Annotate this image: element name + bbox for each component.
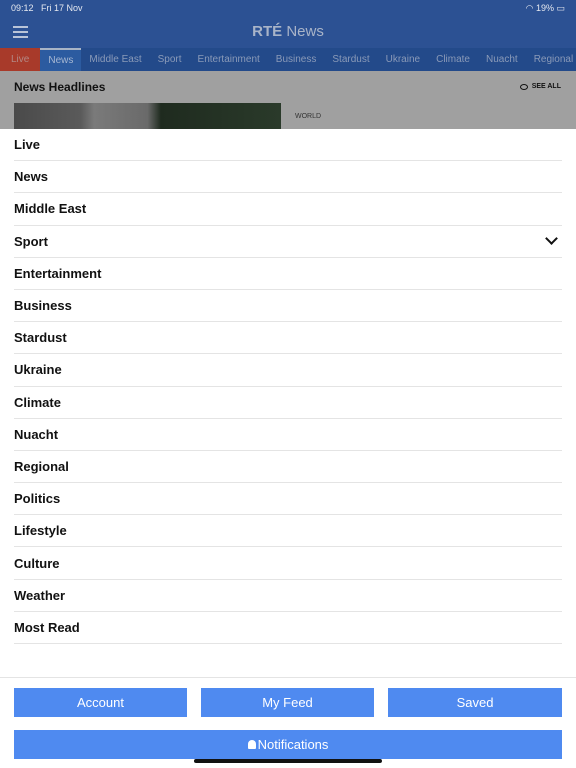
tab-sport[interactable]: Sport: [150, 48, 190, 71]
saved-button[interactable]: Saved: [388, 688, 562, 717]
menu-list: Live News Middle East Sport Entertainment Bus…: [0, 129, 576, 644]
home-indicator: [194, 759, 382, 763]
menu-item-label: Live: [14, 137, 41, 153]
status-date: Fri 17 Nov: [41, 3, 83, 13]
menu-item-label: Business: [14, 298, 72, 314]
menu-item-climate[interactable]: Climate: [14, 387, 562, 419]
tab-live[interactable]: Live: [0, 48, 41, 71]
notifications-button[interactable]: Notifications: [14, 730, 562, 759]
wifi-icon: ◠: [525, 2, 534, 13]
menu-item-label: Sport: [14, 233, 48, 249]
menu-item-politics[interactable]: Politics: [14, 483, 562, 516]
status-bar: 09:12 Fri 17 Nov ◠ 19% ▭: [0, 0, 576, 16]
app-header: RTÉ News: [0, 16, 576, 48]
tab-entertainment[interactable]: Entertainment: [190, 48, 268, 71]
background-content: News Headlines SEE ALL WORLD: [0, 71, 576, 129]
menu-item-lifestyle[interactable]: Lifestyle: [14, 515, 562, 548]
tab-nuacht[interactable]: Nuacht: [478, 48, 526, 71]
menu-item-label: Stardust: [14, 330, 67, 346]
menu-item-regional[interactable]: Regional: [14, 451, 562, 484]
menu-item-label: Regional: [14, 458, 69, 474]
menu-item-news[interactable]: News: [14, 161, 562, 194]
menu-item-live[interactable]: Live: [14, 129, 562, 162]
menu-item-culture[interactable]: Culture: [14, 547, 562, 580]
menu-item-label: News: [14, 169, 48, 185]
eye-icon: [519, 83, 528, 90]
article-category: WORLD: [295, 113, 322, 120]
menu-item-most-read[interactable]: Most Read: [14, 612, 562, 644]
menu-item-label: Middle East: [14, 201, 87, 217]
menu-item-entertainment[interactable]: Entertainment: [14, 258, 562, 290]
battery-level: 19%: [535, 2, 554, 13]
battery-icon: ▭: [556, 2, 565, 13]
tab-regional[interactable]: Regional: [526, 48, 576, 71]
see-all-button[interactable]: SEE ALL: [519, 83, 561, 90]
tab-news[interactable]: News: [40, 48, 82, 71]
bell-icon: [247, 740, 256, 749]
menu-item-sport[interactable]: Sport: [14, 226, 562, 258]
tab-business[interactable]: Business: [268, 48, 325, 71]
tab-climate[interactable]: Climate: [428, 48, 478, 71]
menu-item-label: Politics: [14, 491, 61, 507]
tab-stardust[interactable]: Stardust: [324, 48, 377, 71]
menu-item-label: Ukraine: [14, 362, 62, 378]
menu-item-label: Culture: [14, 555, 60, 571]
menu-item-business[interactable]: Business: [14, 290, 562, 323]
menu-item-stardust[interactable]: Stardust: [14, 322, 562, 355]
account-button[interactable]: Account: [14, 688, 187, 717]
headline-image[interactable]: [14, 103, 281, 129]
section-title: News Headlines: [14, 80, 106, 94]
status-time: 09:12: [11, 3, 34, 13]
menu-item-label: Nuacht: [14, 426, 59, 442]
menu-footer: Account My Feed Saved Notifications: [0, 677, 576, 768]
menu-item-label: Entertainment: [14, 265, 102, 281]
menu-item-nuacht[interactable]: Nuacht: [14, 419, 562, 451]
section-tabs: Live News Middle East Sport Entertainment Bus…: [0, 48, 576, 71]
my-feed-button[interactable]: My Feed: [201, 688, 374, 717]
menu-item-ukraine[interactable]: Ukraine: [14, 354, 562, 387]
menu-item-middle-east[interactable]: Middle East: [14, 193, 562, 226]
tab-middle-east[interactable]: Middle East: [81, 48, 149, 71]
menu-item-label: Climate: [14, 394, 61, 410]
menu-item-label: Weather: [14, 587, 66, 603]
menu-item-label: Most Read: [14, 619, 80, 635]
menu-item-weather[interactable]: Weather: [14, 580, 562, 612]
menu-item-label: Lifestyle: [14, 523, 67, 539]
logo: RTÉ News: [252, 23, 324, 40]
chevron-down-icon[interactable]: [545, 232, 558, 246]
tab-ukraine[interactable]: Ukraine: [378, 48, 428, 71]
